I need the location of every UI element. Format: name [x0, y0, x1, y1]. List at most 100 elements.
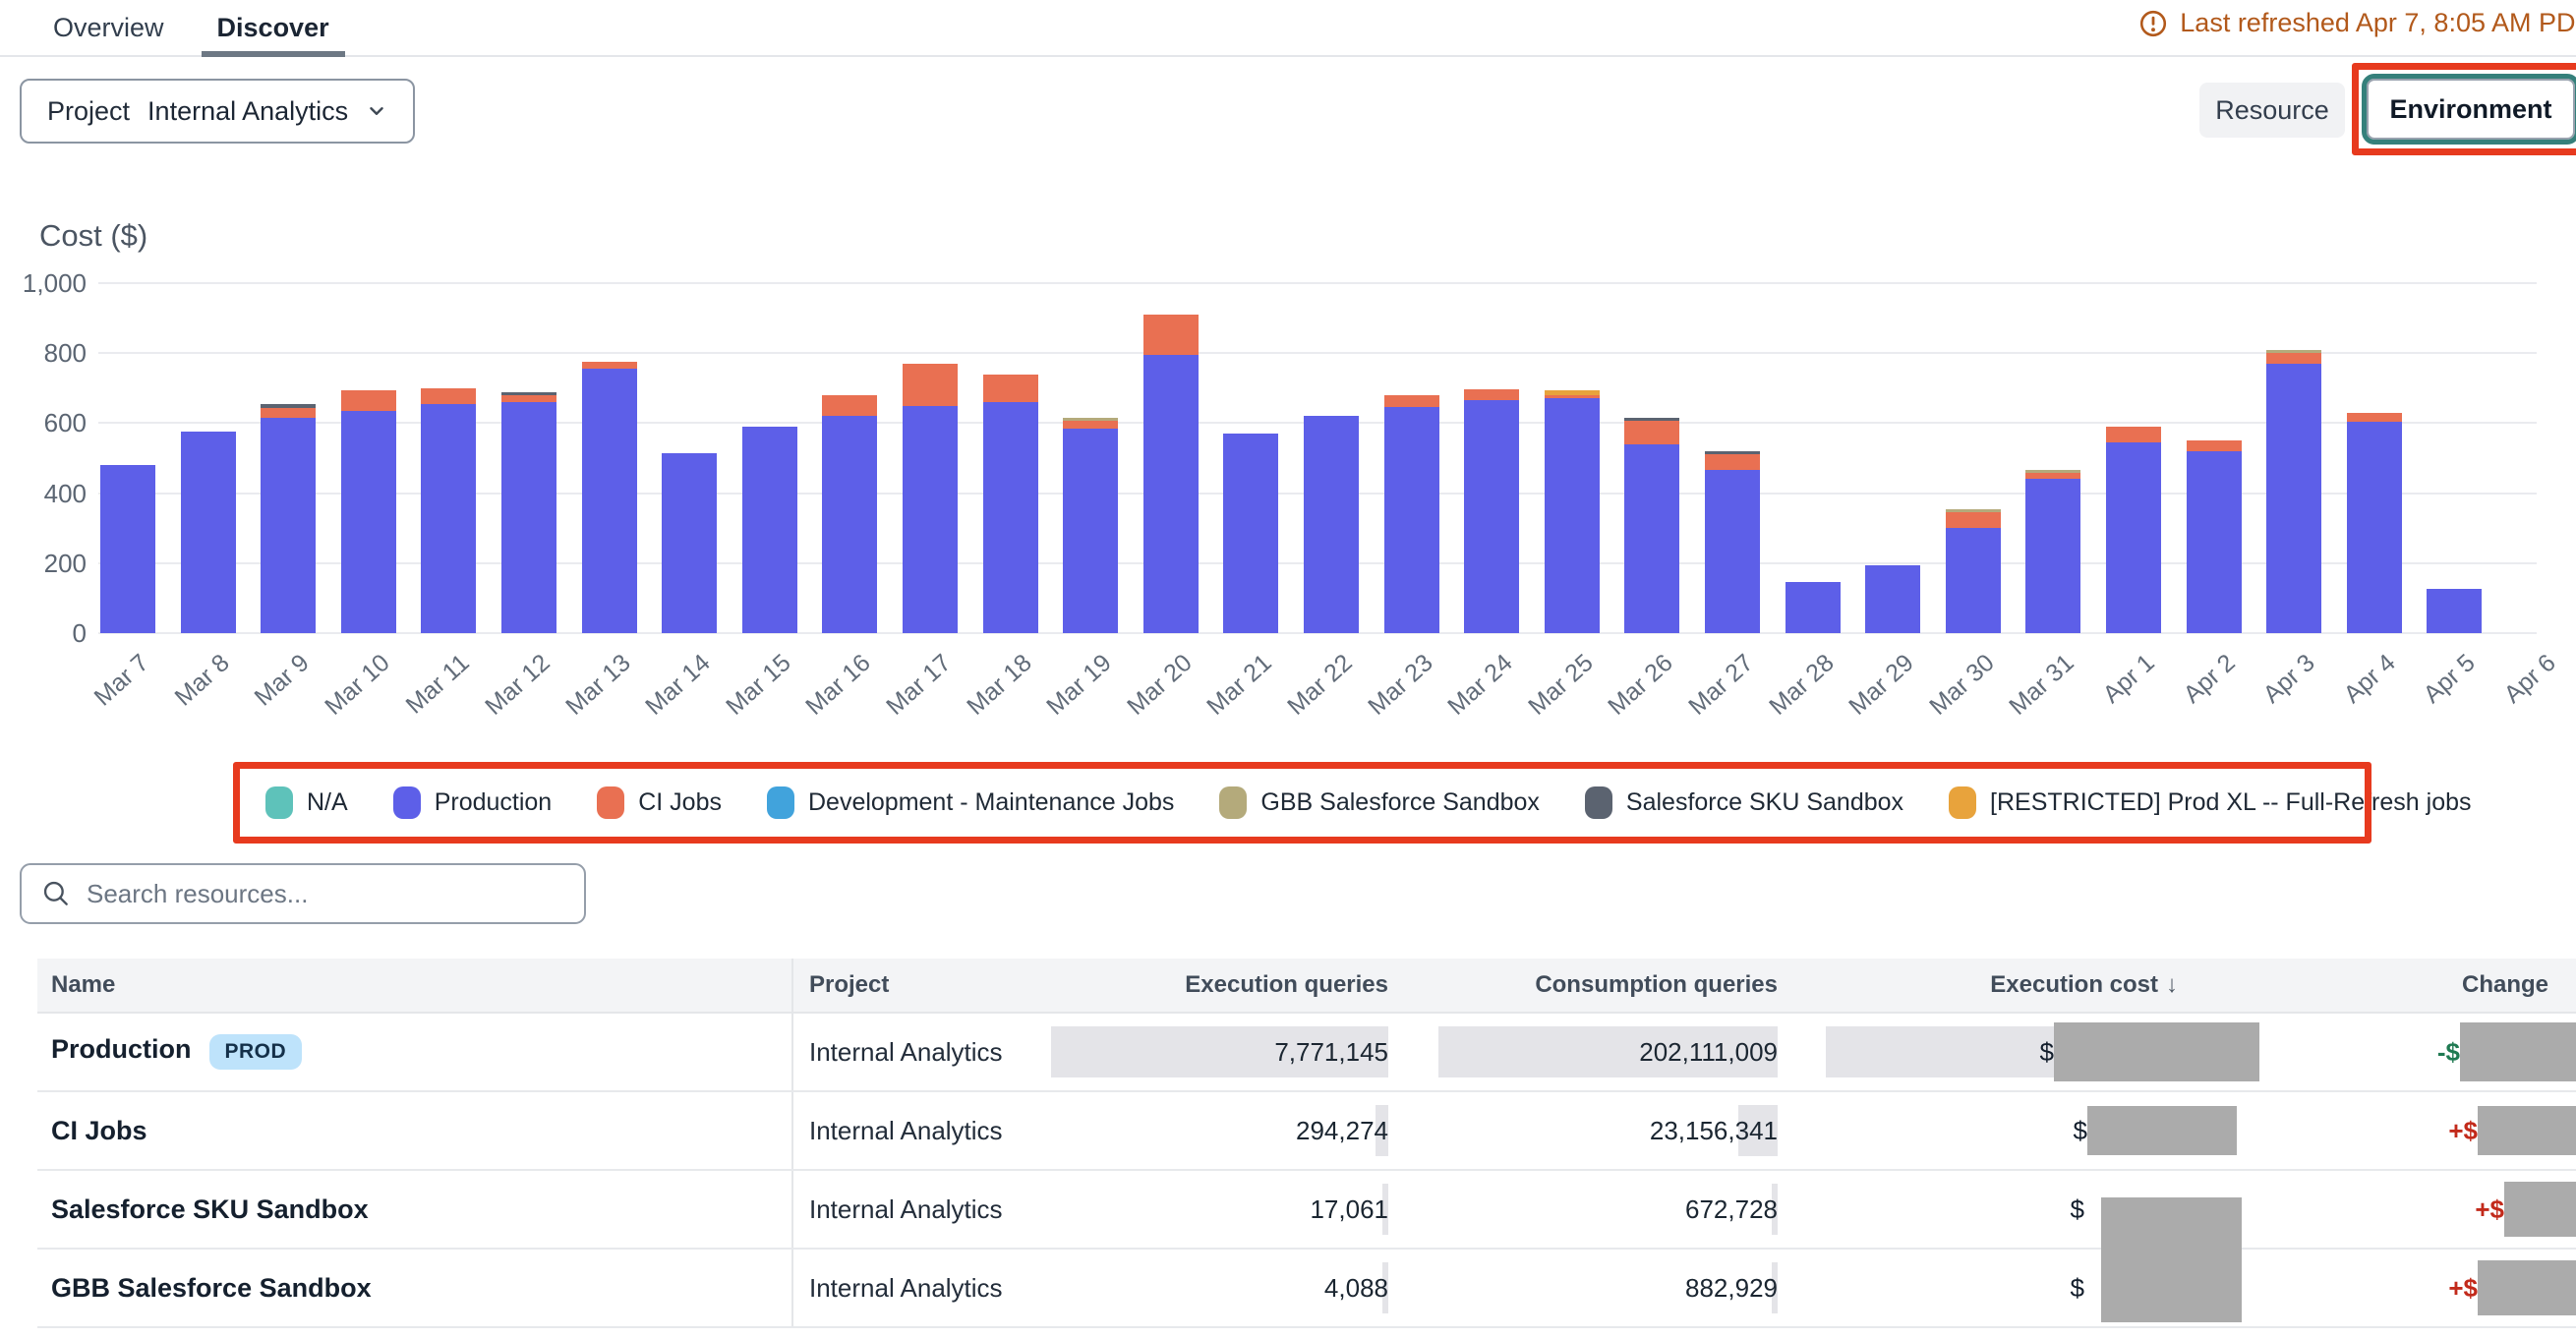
redacted-change-block — [2478, 1260, 2576, 1315]
x-axis-tick-label: Apr 1 — [2098, 649, 2161, 710]
environment-button-label: Environment — [2389, 94, 2551, 125]
legend-swatch — [597, 786, 624, 819]
bar-segment — [100, 465, 155, 633]
bar-segment — [2427, 589, 2482, 633]
bar-segment — [2347, 413, 2402, 422]
last-refreshed-text: Last refreshed Apr 7, 8:05 AM PDT — [2180, 8, 2576, 38]
chevron-down-icon — [366, 100, 387, 122]
cost-currency-symbol: $ — [2074, 1116, 2087, 1146]
x-axis-tick-label: Mar 7 — [89, 649, 155, 712]
legend-item[interactable]: GBB Salesforce Sandbox — [1219, 786, 1540, 819]
bar-segment — [1786, 582, 1841, 633]
x-axis-tick-label: Mar 25 — [1523, 649, 1599, 722]
cell-execution-cost: $ — [1778, 1014, 2261, 1090]
cell-consumption-queries: 23,156,341 — [1388, 1092, 1778, 1169]
cell-project: Internal Analytics — [791, 1014, 1047, 1090]
bar-segment — [1946, 509, 2001, 512]
x-axis-tick-label: Mar 19 — [1041, 649, 1117, 722]
tab-overview[interactable]: Overview — [37, 0, 180, 55]
resource-name: CI Jobs — [51, 1116, 147, 1145]
tab-discover[interactable]: Discover — [202, 0, 345, 55]
bar-segment — [421, 404, 476, 633]
consumption-queries-value: 202,111,009 — [1639, 1037, 1778, 1068]
bar-segment — [1304, 416, 1359, 633]
legend-swatch — [393, 786, 421, 819]
bar-segment — [2025, 470, 2080, 473]
column-header-change[interactable]: Change — [2261, 959, 2576, 1012]
project-filter-dropdown[interactable]: Project Internal Analytics — [20, 79, 415, 144]
legend-item-label: GBB Salesforce Sandbox — [1260, 788, 1540, 817]
column-header-execution-queries-label: Execution queries — [1185, 971, 1388, 999]
cell-execution-queries: 7,771,145 — [1047, 1014, 1388, 1090]
bar-segment — [1946, 512, 2001, 528]
x-axis-tick-label: Mar 8 — [170, 649, 236, 712]
legend-item-label: Production — [435, 788, 553, 817]
cost-dashboard: Overview Discover Last refreshed Apr 7, … — [0, 0, 2576, 1339]
project-filter-value: Internal Analytics — [147, 96, 348, 127]
table-row[interactable]: ProductionPRODInternal Analytics7,771,14… — [37, 1014, 2576, 1092]
y-axis-tick-label: 800 — [0, 338, 87, 369]
column-header-consumption-queries[interactable]: Consumption queries — [1388, 959, 1778, 1012]
bar-segment — [1865, 565, 1920, 633]
cell-execution-cost: $ — [1778, 1092, 2261, 1169]
legend-swatch — [1219, 786, 1247, 819]
resource-search-box[interactable] — [20, 863, 586, 924]
search-input[interactable] — [87, 879, 564, 909]
cost-stacked-bar-chart: 02004006008001,000Mar 7Mar 8Mar 9Mar 10M… — [0, 265, 2576, 728]
group-by-environment-button[interactable]: Environment — [2367, 79, 2575, 140]
y-axis-tick-label: 1,000 — [0, 268, 87, 299]
consumption-queries-value: 882,929 — [1685, 1273, 1778, 1304]
bar-segment — [1545, 398, 1600, 633]
legend-item-label: [RESTRICTED] Prod XL -- Full-Refresh job… — [1990, 788, 2471, 817]
column-header-project[interactable]: Project — [791, 959, 1047, 1012]
cell-consumption-queries: 882,929 — [1388, 1250, 1778, 1326]
group-by-resource-button[interactable]: Resource — [2199, 83, 2345, 138]
resource-name: Production — [51, 1034, 192, 1064]
x-axis-tick-label: Mar 23 — [1363, 649, 1438, 722]
legend-item-label: Development - Maintenance Jobs — [808, 788, 1174, 817]
redacted-cost-block — [2087, 1106, 2237, 1155]
resource-button-label: Resource — [2215, 95, 2329, 126]
column-header-execution-cost[interactable]: Execution cost ↓ — [1778, 959, 2261, 1012]
bar-segment — [983, 402, 1038, 633]
bar-segment — [501, 402, 556, 633]
chart-title: Cost ($) — [39, 218, 147, 254]
x-axis-tick-label: Mar 27 — [1683, 649, 1759, 722]
legend-item[interactable]: Production — [393, 786, 553, 819]
legend-item-label: CI Jobs — [638, 788, 722, 817]
execution-queries-value: 4,088 — [1324, 1273, 1388, 1304]
table-row[interactable]: CI JobsInternal Analytics294,27423,156,3… — [37, 1092, 2576, 1171]
x-axis-tick-label: Mar 31 — [2004, 649, 2079, 722]
y-axis-tick-label: 0 — [0, 618, 87, 649]
bar-segment — [903, 406, 958, 633]
cell-project: Internal Analytics — [791, 1092, 1047, 1169]
x-axis-tick-label: Mar 18 — [962, 649, 1037, 722]
tab-overview-label: Overview — [53, 13, 164, 43]
project-filter-label: Project — [47, 96, 130, 127]
bar-segment — [181, 432, 236, 633]
x-axis-tick-label: Mar 14 — [640, 649, 716, 722]
resource-name: Salesforce SKU Sandbox — [51, 1194, 369, 1224]
bar-segment — [1143, 315, 1199, 355]
bar-segment — [582, 369, 637, 633]
redacted-change-block — [2504, 1182, 2576, 1237]
legend-item[interactable]: Salesforce SKU Sandbox — [1585, 786, 1903, 819]
legend-item[interactable]: N/A — [265, 786, 348, 819]
legend-item[interactable]: CI Jobs — [597, 786, 722, 819]
cell-consumption-queries: 672,728 — [1388, 1171, 1778, 1248]
bar-segment — [2025, 479, 2080, 633]
legend-item[interactable]: [RESTRICTED] Prod XL -- Full-Refresh job… — [1949, 786, 2471, 819]
column-header-execution-cost-label: Execution cost — [1990, 971, 2158, 999]
cell-project: Internal Analytics — [791, 1171, 1047, 1248]
legend-swatch — [265, 786, 293, 819]
sort-desc-icon[interactable]: ↓ — [2166, 971, 2178, 999]
execution-queries-value: 17,061 — [1310, 1194, 1388, 1225]
project-name: Internal Analytics — [809, 1116, 1003, 1146]
bar-segment — [2266, 364, 2321, 633]
column-header-execution-queries[interactable]: Execution queries — [1047, 959, 1388, 1012]
bar-segment — [2266, 353, 2321, 364]
legend-item[interactable]: Development - Maintenance Jobs — [767, 786, 1174, 819]
column-header-name[interactable]: Name — [37, 971, 791, 999]
bar-segment — [2187, 440, 2242, 451]
column-header-consumption-queries-label: Consumption queries — [1535, 971, 1778, 999]
